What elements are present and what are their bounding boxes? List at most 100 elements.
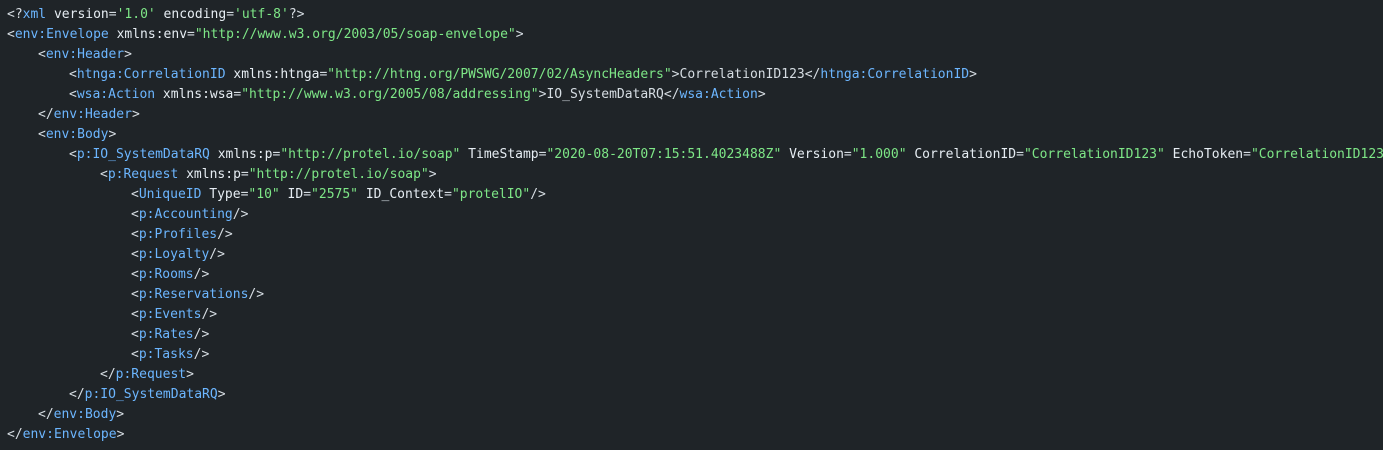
xml-tag-name: p:Reservations bbox=[138, 287, 249, 302]
xml-attribute-value: "2575" bbox=[311, 187, 359, 202]
code-line: <p:Profiles/> bbox=[0, 225, 1383, 245]
xml-punctuation: > bbox=[515, 27, 524, 42]
xml-punctuation: < bbox=[131, 247, 139, 262]
xml-tag-name: wsa:Action bbox=[679, 87, 758, 102]
xml-punctuation: < bbox=[69, 87, 77, 102]
xml-punctuation: /> bbox=[193, 347, 210, 362]
xml-punctuation: < bbox=[131, 307, 139, 322]
code-line: <p:Request xmlns:p="http://protel.io/soa… bbox=[0, 165, 1383, 185]
xml-tag-name: p:Request bbox=[107, 167, 179, 182]
xml-attribute-name: Version bbox=[781, 147, 844, 162]
xml-tag-name: wsa:Action bbox=[76, 87, 156, 102]
xml-attribute-name: xmlns:p bbox=[209, 147, 273, 162]
xml-punctuation: = bbox=[226, 7, 235, 22]
xml-punctuation: /> bbox=[201, 307, 218, 322]
xml-punctuation: < bbox=[131, 187, 139, 202]
xml-attribute-name: CorrelationID bbox=[906, 147, 1017, 162]
xml-attribute-value: "2020-08-20T07:15:51.4023488Z" bbox=[546, 147, 782, 162]
xml-punctuation: < bbox=[131, 347, 139, 362]
xml-attribute-name: version bbox=[46, 7, 109, 22]
xml-punctuation: </ bbox=[38, 107, 54, 122]
xml-attribute-value: "CorrelationID123" bbox=[1250, 147, 1383, 162]
xml-punctuation: </ bbox=[663, 87, 680, 102]
xml-punctuation: > bbox=[757, 87, 766, 102]
xml-text-content: CorrelationID123 bbox=[679, 67, 805, 82]
xml-punctuation: = bbox=[1016, 147, 1024, 162]
code-line: <p:Loyalty/> bbox=[0, 245, 1383, 265]
xml-punctuation: < bbox=[131, 227, 139, 242]
xml-punctuation: < bbox=[131, 267, 139, 282]
code-line: <p:Rooms/> bbox=[0, 265, 1383, 285]
code-line: <p:Reservations/> bbox=[0, 285, 1383, 305]
xml-attribute-name: xmlns:p bbox=[178, 167, 241, 182]
xml-punctuation: = bbox=[108, 7, 117, 22]
xml-punctuation: > bbox=[186, 367, 194, 382]
xml-tag-name: p:Rates bbox=[138, 327, 194, 342]
xml-punctuation: < bbox=[69, 147, 77, 162]
xml-attribute-value: '1.0' bbox=[116, 7, 156, 22]
code-line: <p:Rates/> bbox=[0, 325, 1383, 345]
xml-tag-name: env:Envelope bbox=[14, 27, 109, 42]
xml-punctuation: < bbox=[38, 127, 46, 142]
xml-tag-name: UniqueID bbox=[138, 187, 202, 202]
xml-punctuation: > bbox=[969, 67, 977, 82]
xml-punctuation: < bbox=[100, 167, 108, 182]
xml-punctuation: </ bbox=[100, 367, 116, 382]
code-line: </p:Request> bbox=[0, 365, 1383, 385]
xml-attribute-name: Type bbox=[201, 187, 241, 202]
xml-punctuation: </ bbox=[7, 427, 23, 442]
xml-punctuation: = bbox=[240, 167, 249, 182]
xml-punctuation: /> bbox=[209, 247, 225, 262]
xml-punctuation: /> bbox=[193, 267, 210, 282]
xml-tag-name: p:Accounting bbox=[138, 207, 233, 222]
xml-tag-name: p:Request bbox=[115, 367, 187, 382]
xml-punctuation: > bbox=[108, 127, 117, 142]
xml-tag-name: p:Rooms bbox=[138, 267, 194, 282]
xml-punctuation: = bbox=[187, 27, 195, 42]
code-line: <p:IO_SystemDataRQ xmlns:p = "http://prote… bbox=[0, 145, 1383, 165]
code-line: <htnga:CorrelationID xmlns:htnga="http:/… bbox=[0, 65, 1383, 85]
xml-punctuation: /> bbox=[232, 207, 249, 222]
xml-tag-name: p:Profiles bbox=[138, 227, 218, 242]
xml-attribute-value: 'utf-8' bbox=[234, 7, 289, 22]
xml-punctuation: /> bbox=[530, 187, 546, 202]
code-line: </env:Envelope> bbox=[0, 425, 1383, 445]
xml-attribute-name: xmlns:env bbox=[108, 27, 188, 42]
xml-tag-name: env:Envelope bbox=[22, 427, 117, 442]
xml-tag-name: env:Body bbox=[53, 407, 117, 422]
xml-attribute-value: "http://www.w3.org/2005/08/addressing" bbox=[241, 87, 539, 102]
xml-attribute-value: "http://protel.io/soap" bbox=[248, 167, 429, 182]
xml-punctuation: = bbox=[1243, 147, 1251, 162]
xml-punctuation: = bbox=[843, 147, 852, 162]
code-line: <UniqueID Type="10" ID="2575" ID_Context… bbox=[0, 185, 1383, 205]
xml-punctuation: > bbox=[671, 67, 680, 82]
code-line: <p:Tasks/> bbox=[0, 345, 1383, 365]
code-line: <wsa:Action xmlns:wsa="http://www.w3.org… bbox=[0, 85, 1383, 105]
xml-tag-name: p:Tasks bbox=[138, 347, 194, 362]
code-line: <env:Body> bbox=[0, 125, 1383, 145]
xml-punctuation: > bbox=[131, 107, 140, 122]
code-line: </env:Body> bbox=[0, 405, 1383, 425]
xml-attribute-value: "http://www.w3.org/2003/05/soap-envelope… bbox=[194, 27, 516, 42]
xml-punctuation: < bbox=[7, 27, 15, 42]
xml-attribute-name: EchoToken bbox=[1164, 147, 1244, 162]
xml-attribute-name: ID bbox=[279, 187, 304, 202]
xml-attribute-name: xmlns:wsa bbox=[155, 87, 234, 102]
xml-punctuation: /> bbox=[217, 227, 233, 242]
code-line: </p:IO_SystemDataRQ> bbox=[0, 385, 1383, 405]
xml-attribute-value: "10" bbox=[248, 187, 280, 202]
xml-attribute-value: "1.000" bbox=[851, 147, 907, 162]
code-line: <env:Header> bbox=[0, 45, 1383, 65]
xml-code-viewer[interactable]: <?xml version='1.0' encoding='utf-8'?> <e… bbox=[0, 0, 1383, 450]
xml-tag-name: p:Events bbox=[138, 307, 202, 322]
xml-attribute-name: encoding bbox=[155, 7, 227, 22]
xml-attribute-value: "protelIO" bbox=[451, 187, 531, 202]
xml-attribute-value: "http://protel.io/soap" bbox=[280, 147, 461, 162]
xml-punctuation: < bbox=[131, 327, 139, 342]
xml-attribute-value: "CorrelationID123" bbox=[1023, 147, 1165, 162]
xml-tag-name: env:Header bbox=[45, 47, 125, 62]
xml-attribute-name: ID_Context bbox=[358, 187, 445, 202]
xml-text-content: IO_SystemDataRQ bbox=[546, 87, 664, 102]
xml-attribute-name: xmlns:htnga bbox=[225, 67, 320, 82]
xml-punctuation: /> bbox=[193, 327, 210, 342]
